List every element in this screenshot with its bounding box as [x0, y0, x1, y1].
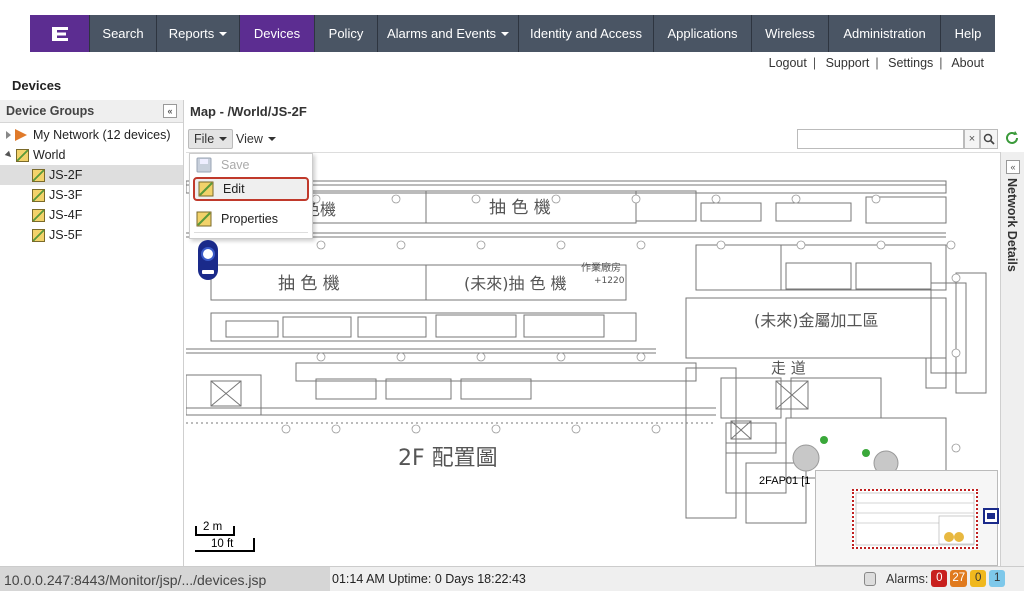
chevron-down-icon [219, 137, 228, 141]
view-menu-button[interactable]: View [231, 129, 281, 149]
map-icon [32, 188, 45, 202]
device-groups-title: Device Groups [6, 104, 95, 118]
label-work-area: 作業廠房 [581, 261, 621, 274]
info-alarm-badge[interactable]: 1 [989, 570, 1006, 587]
map-search-input[interactable] [797, 129, 964, 149]
map-scale: 2 m 10 ft [195, 518, 257, 552]
collapse-left-icon[interactable]: « [163, 104, 177, 118]
expand-right-icon[interactable]: « [1006, 160, 1020, 174]
nav-reports[interactable]: Reports [157, 15, 240, 52]
map-icon [32, 208, 45, 222]
label-metal-area: (未來)金屬加工區 [754, 311, 879, 330]
menu-edit[interactable]: Edit [193, 177, 309, 201]
chevron-down-icon [219, 31, 228, 36]
file-menu-button[interactable]: File [188, 129, 234, 149]
status-bar: 10.0.0.247:8443/Monitor/jsp/.../devices.… [0, 566, 1024, 591]
map-icon [32, 228, 45, 242]
device-groups-panel: Device Groups « My Network (12 devices) … [0, 100, 184, 568]
link-url-tooltip: 10.0.0.247:8443/Monitor/jsp/.../devices.… [0, 567, 330, 591]
nav-alarms-events[interactable]: Alarms and Events [378, 15, 519, 52]
support-link[interactable]: Support [826, 56, 870, 70]
refresh-icon[interactable] [1004, 130, 1020, 148]
label-extractor-1: 抽 色 機 [489, 198, 551, 218]
menu-divider [194, 232, 308, 233]
access-point-icon[interactable] [792, 444, 820, 472]
overview-viewport[interactable] [852, 489, 978, 549]
database-icon [864, 571, 876, 586]
warning-alarm-badge[interactable]: 0 [970, 570, 987, 587]
label-elevation: +1220 [594, 276, 625, 286]
alarms-label: Alarms: [886, 571, 929, 586]
label-extractor-2: 抽 色 機 [278, 274, 340, 294]
zoom-control[interactable] [198, 240, 218, 280]
label-corridor: 走 道 [771, 359, 806, 377]
tree-item-js-4f[interactable]: JS-4F [0, 205, 183, 225]
nav-search[interactable]: Search [90, 15, 157, 52]
map-icon [32, 168, 45, 182]
tree-item-js-5f[interactable]: JS-5F [0, 225, 183, 245]
settings-link[interactable]: Settings [888, 56, 933, 70]
nav-devices[interactable]: Devices [240, 15, 315, 52]
label-extractor-future: (未來)抽 色 機 [464, 274, 567, 293]
nav-policy[interactable]: Policy [315, 15, 378, 52]
logout-link[interactable]: Logout [769, 56, 807, 70]
overview-toggle-icon[interactable] [983, 508, 999, 524]
nav-administration[interactable]: Administration [829, 15, 941, 52]
map-edit-icon [198, 181, 214, 197]
map-toolbar: File View × [186, 126, 1024, 152]
globe-icon[interactable] [201, 246, 215, 261]
extreme-logo-icon[interactable] [30, 15, 90, 52]
main-nav: Search Reports Devices Policy Alarms and… [30, 15, 995, 52]
uptime-text: 01:14 AM Uptime: 0 Days 18:22:43 [332, 572, 526, 586]
map-properties-icon [196, 211, 212, 227]
flag-icon [15, 129, 27, 141]
map-overview[interactable] [815, 470, 998, 566]
menu-properties[interactable]: Properties [193, 207, 309, 231]
chevron-down-icon [501, 31, 510, 36]
ap-label[interactable]: 2FAP01 [1 [759, 475, 810, 487]
nav-identity-access[interactable]: Identity and Access [519, 15, 654, 52]
expand-icon[interactable] [6, 131, 11, 139]
menu-save[interactable]: Save [193, 153, 309, 177]
zoom-out-icon[interactable] [202, 269, 214, 274]
error-alarm-badge[interactable]: 27 [950, 570, 968, 587]
save-icon [196, 157, 212, 173]
tree-item-world[interactable]: World [0, 145, 183, 165]
tree-item-my-network[interactable]: My Network (12 devices) [0, 125, 183, 145]
alarm-summary: Alarms: 0 27 0 1 [864, 570, 1006, 587]
utility-links: Logout | Support | Settings | About [768, 56, 984, 70]
collapse-icon[interactable] [4, 150, 14, 160]
tree-item-js-3f[interactable]: JS-3F [0, 185, 183, 205]
scale-meters: 2 m [203, 521, 223, 533]
clear-search-icon[interactable]: × [964, 129, 980, 149]
nav-wireless[interactable]: Wireless [752, 15, 829, 52]
status-ok-icon [820, 436, 828, 444]
chevron-down-icon [267, 137, 276, 141]
nav-applications[interactable]: Applications [654, 15, 752, 52]
network-details-label[interactable]: Network Details [1005, 178, 1019, 272]
file-dropdown-menu: Save Edit Properties [189, 153, 313, 239]
about-link[interactable]: About [951, 56, 984, 70]
scale-feet: 10 ft [211, 538, 234, 550]
status-ok-icon [862, 449, 870, 457]
map-title: Map - /World/JS-2F [190, 104, 307, 119]
nav-help[interactable]: Help [941, 15, 995, 52]
search-icon[interactable] [980, 129, 998, 149]
network-details-panel: « Network Details [1000, 152, 1024, 566]
map-icon [16, 148, 29, 162]
critical-alarm-badge[interactable]: 0 [931, 570, 948, 587]
tree-item-js-2f[interactable]: JS-2F [0, 165, 183, 185]
page-title: Devices [12, 78, 62, 93]
label-floor-title: 2F 配置圖 [398, 446, 498, 471]
device-groups-header: Device Groups « [0, 100, 183, 123]
